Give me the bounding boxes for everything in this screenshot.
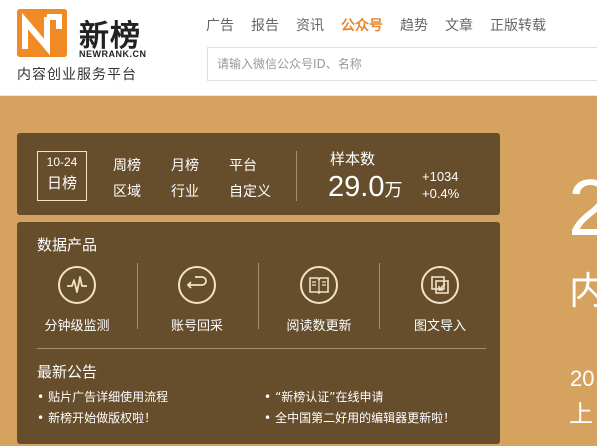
brand-slogan: 内容创业服务平台	[17, 67, 137, 83]
logo-mark-icon	[17, 9, 67, 57]
product-article-import[interactable]: 图文导入	[380, 266, 500, 334]
rank-link-platform[interactable]: 平台	[229, 155, 257, 175]
import-icon	[421, 266, 459, 304]
data-products-panel: 数据产品 分钟级监测 账号回采 阅读数更新 图文导入 最新公告 • 贴片广告详细…	[17, 222, 500, 444]
banner-peek-text: 内	[569, 269, 597, 313]
nav-item-articles[interactable]: 文章	[445, 15, 473, 35]
nav-item-ads[interactable]: 广告	[206, 15, 234, 35]
daily-rank-label: 日榜	[46, 174, 77, 192]
sample-count-value: 29.0万	[328, 171, 402, 204]
nav-item-official-accounts[interactable]: 公众号	[341, 15, 383, 35]
nav-item-reports[interactable]: 报告	[251, 15, 279, 35]
notice-link[interactable]: 贴片广告详细使用流程	[37, 388, 168, 405]
search-box	[207, 47, 597, 81]
ranking-panel: 10-24 日榜 周榜 月榜 平台 区域 行业 自定义 样本数 29.0万 +1…	[17, 133, 500, 215]
return-icon	[178, 266, 216, 304]
notice-link[interactable]: “新榜认证”在线申请	[264, 388, 383, 405]
daily-rank-box[interactable]: 10-24 日榜	[37, 151, 87, 201]
sample-count-number: 29.0	[328, 171, 385, 203]
rank-link-weekly[interactable]: 周榜	[113, 155, 141, 175]
sample-count-unit: 万	[384, 180, 403, 201]
banner-peek-year: 20	[570, 366, 595, 391]
book-icon	[300, 266, 338, 304]
product-label: 分钟级监测	[44, 319, 110, 334]
main-nav: 广告 报告 资讯 公众号 趋势 文章 正版转载	[206, 15, 563, 35]
sample-delta-percent: +0.4%	[422, 186, 460, 201]
nav-item-trends[interactable]: 趋势	[400, 15, 428, 35]
product-label: 阅读数更新	[286, 319, 352, 334]
search-input[interactable]	[208, 48, 597, 80]
product-read-count-update[interactable]: 阅读数更新	[259, 266, 379, 334]
product-label: 账号回采	[170, 319, 223, 334]
rank-link-industry[interactable]: 行业	[171, 181, 199, 201]
sample-count-title: 样本数	[330, 150, 376, 168]
data-products-title: 数据产品	[37, 236, 98, 254]
banner-peek-number: 2	[568, 163, 597, 252]
nav-item-news[interactable]: 资讯	[296, 15, 324, 35]
nav-item-licensed-reprint[interactable]: 正版转载	[490, 15, 546, 35]
notice-link[interactable]: 新榜开始做版权啦！	[37, 409, 156, 426]
divider	[296, 151, 297, 201]
product-account-backfill[interactable]: 账号回采	[137, 266, 257, 334]
product-label: 图文导入	[413, 319, 466, 334]
pulse-icon	[58, 266, 96, 304]
product-minute-monitoring[interactable]: 分钟级监测	[17, 266, 137, 334]
rank-link-custom[interactable]: 自定义	[229, 181, 271, 201]
notices-title: 最新公告	[37, 363, 98, 381]
rank-date: 10-24	[46, 155, 78, 169]
brand-name-en: NEWRANK.CN	[79, 49, 147, 59]
logo[interactable]: 新榜 NEWRANK.CN 内容创业服务平台	[17, 9, 167, 89]
banner-peek-text-2: 上	[569, 400, 593, 428]
rank-link-monthly[interactable]: 月榜	[171, 155, 199, 175]
rank-link-region[interactable]: 区域	[113, 181, 141, 201]
sample-delta-absolute: +1034	[422, 169, 459, 184]
header: 新榜 NEWRANK.CN 内容创业服务平台 广告 报告 资讯 公众号 趋势 文…	[0, 0, 597, 96]
section-divider	[37, 348, 486, 349]
notice-link[interactable]: 全中国第二好用的编辑器更新啦！	[264, 409, 455, 426]
